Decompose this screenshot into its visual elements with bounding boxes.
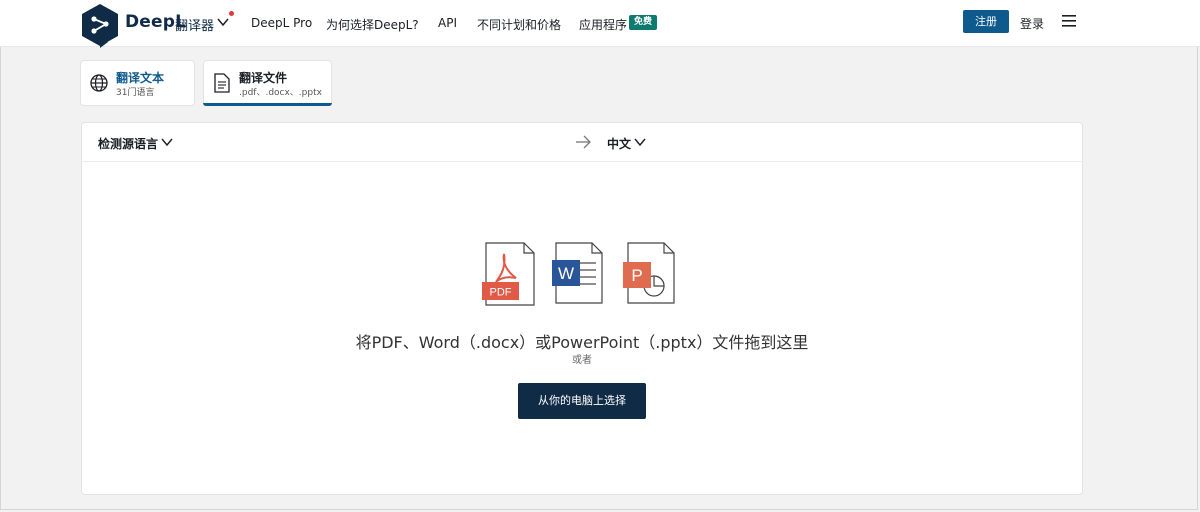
chevron-down-icon[interactable] xyxy=(161,136,173,148)
source-language-select[interactable]: 检测源语言 xyxy=(98,135,158,152)
register-button[interactable]: 注册 xyxy=(963,10,1009,33)
active-tab-indicator xyxy=(203,103,332,106)
tab-translate-file-subtitle: .pdf、.docx、.pptx xyxy=(239,88,322,98)
top-navigation: DeepL 翻译器 DeepL Pro 为何选择DeepL? API 不同计划和… xyxy=(0,0,1200,48)
deepl-logo-icon[interactable] xyxy=(80,2,120,48)
nav-api[interactable]: API xyxy=(438,16,457,30)
choose-from-computer-button[interactable]: 从你的电脑上选择 xyxy=(518,383,646,419)
file-translation-card xyxy=(81,122,1083,495)
chevron-down-icon[interactable] xyxy=(634,136,646,148)
or-separator: 或者 xyxy=(572,355,592,366)
target-language-select[interactable]: 中文 xyxy=(607,135,631,152)
pdf-label: PDF xyxy=(490,287,512,299)
tab-translate-file-title: 翻译文件 xyxy=(239,71,288,85)
free-badge: 免费 xyxy=(629,15,658,30)
document-icon xyxy=(214,73,230,93)
tab-translate-text-subtitle: 31门语言 xyxy=(116,88,155,98)
nav-why-deepl[interactable]: 为何选择DeepL? xyxy=(326,16,419,33)
tab-translate-text-title: 翻译文本 xyxy=(116,71,165,85)
login-link[interactable]: 登录 xyxy=(1020,15,1044,32)
word-label: W xyxy=(558,264,574,283)
arrow-right-icon xyxy=(576,135,591,149)
brand-subtitle[interactable]: 翻译器 xyxy=(175,15,214,34)
file-type-icons: PDF W P xyxy=(482,242,675,306)
drop-instruction: 将PDF、Word（.docx）或PowerPoint（.pptx）文件拖到这里 xyxy=(355,333,809,352)
nav-apps[interactable]: 应用程序 xyxy=(579,16,627,33)
pdf-file-icon: PDF xyxy=(482,242,535,306)
nav-deepl-pro[interactable]: DeepL Pro xyxy=(251,16,312,30)
word-file-icon: W xyxy=(552,242,603,304)
hamburger-menu-icon[interactable] xyxy=(1062,15,1076,27)
powerpoint-label: P xyxy=(631,266,642,285)
powerpoint-file-icon: P xyxy=(623,242,675,304)
globe-icon xyxy=(90,74,108,92)
notification-dot xyxy=(229,11,234,16)
nav-plans-pricing[interactable]: 不同计划和价格 xyxy=(477,16,561,33)
chevron-down-icon[interactable] xyxy=(216,15,230,29)
